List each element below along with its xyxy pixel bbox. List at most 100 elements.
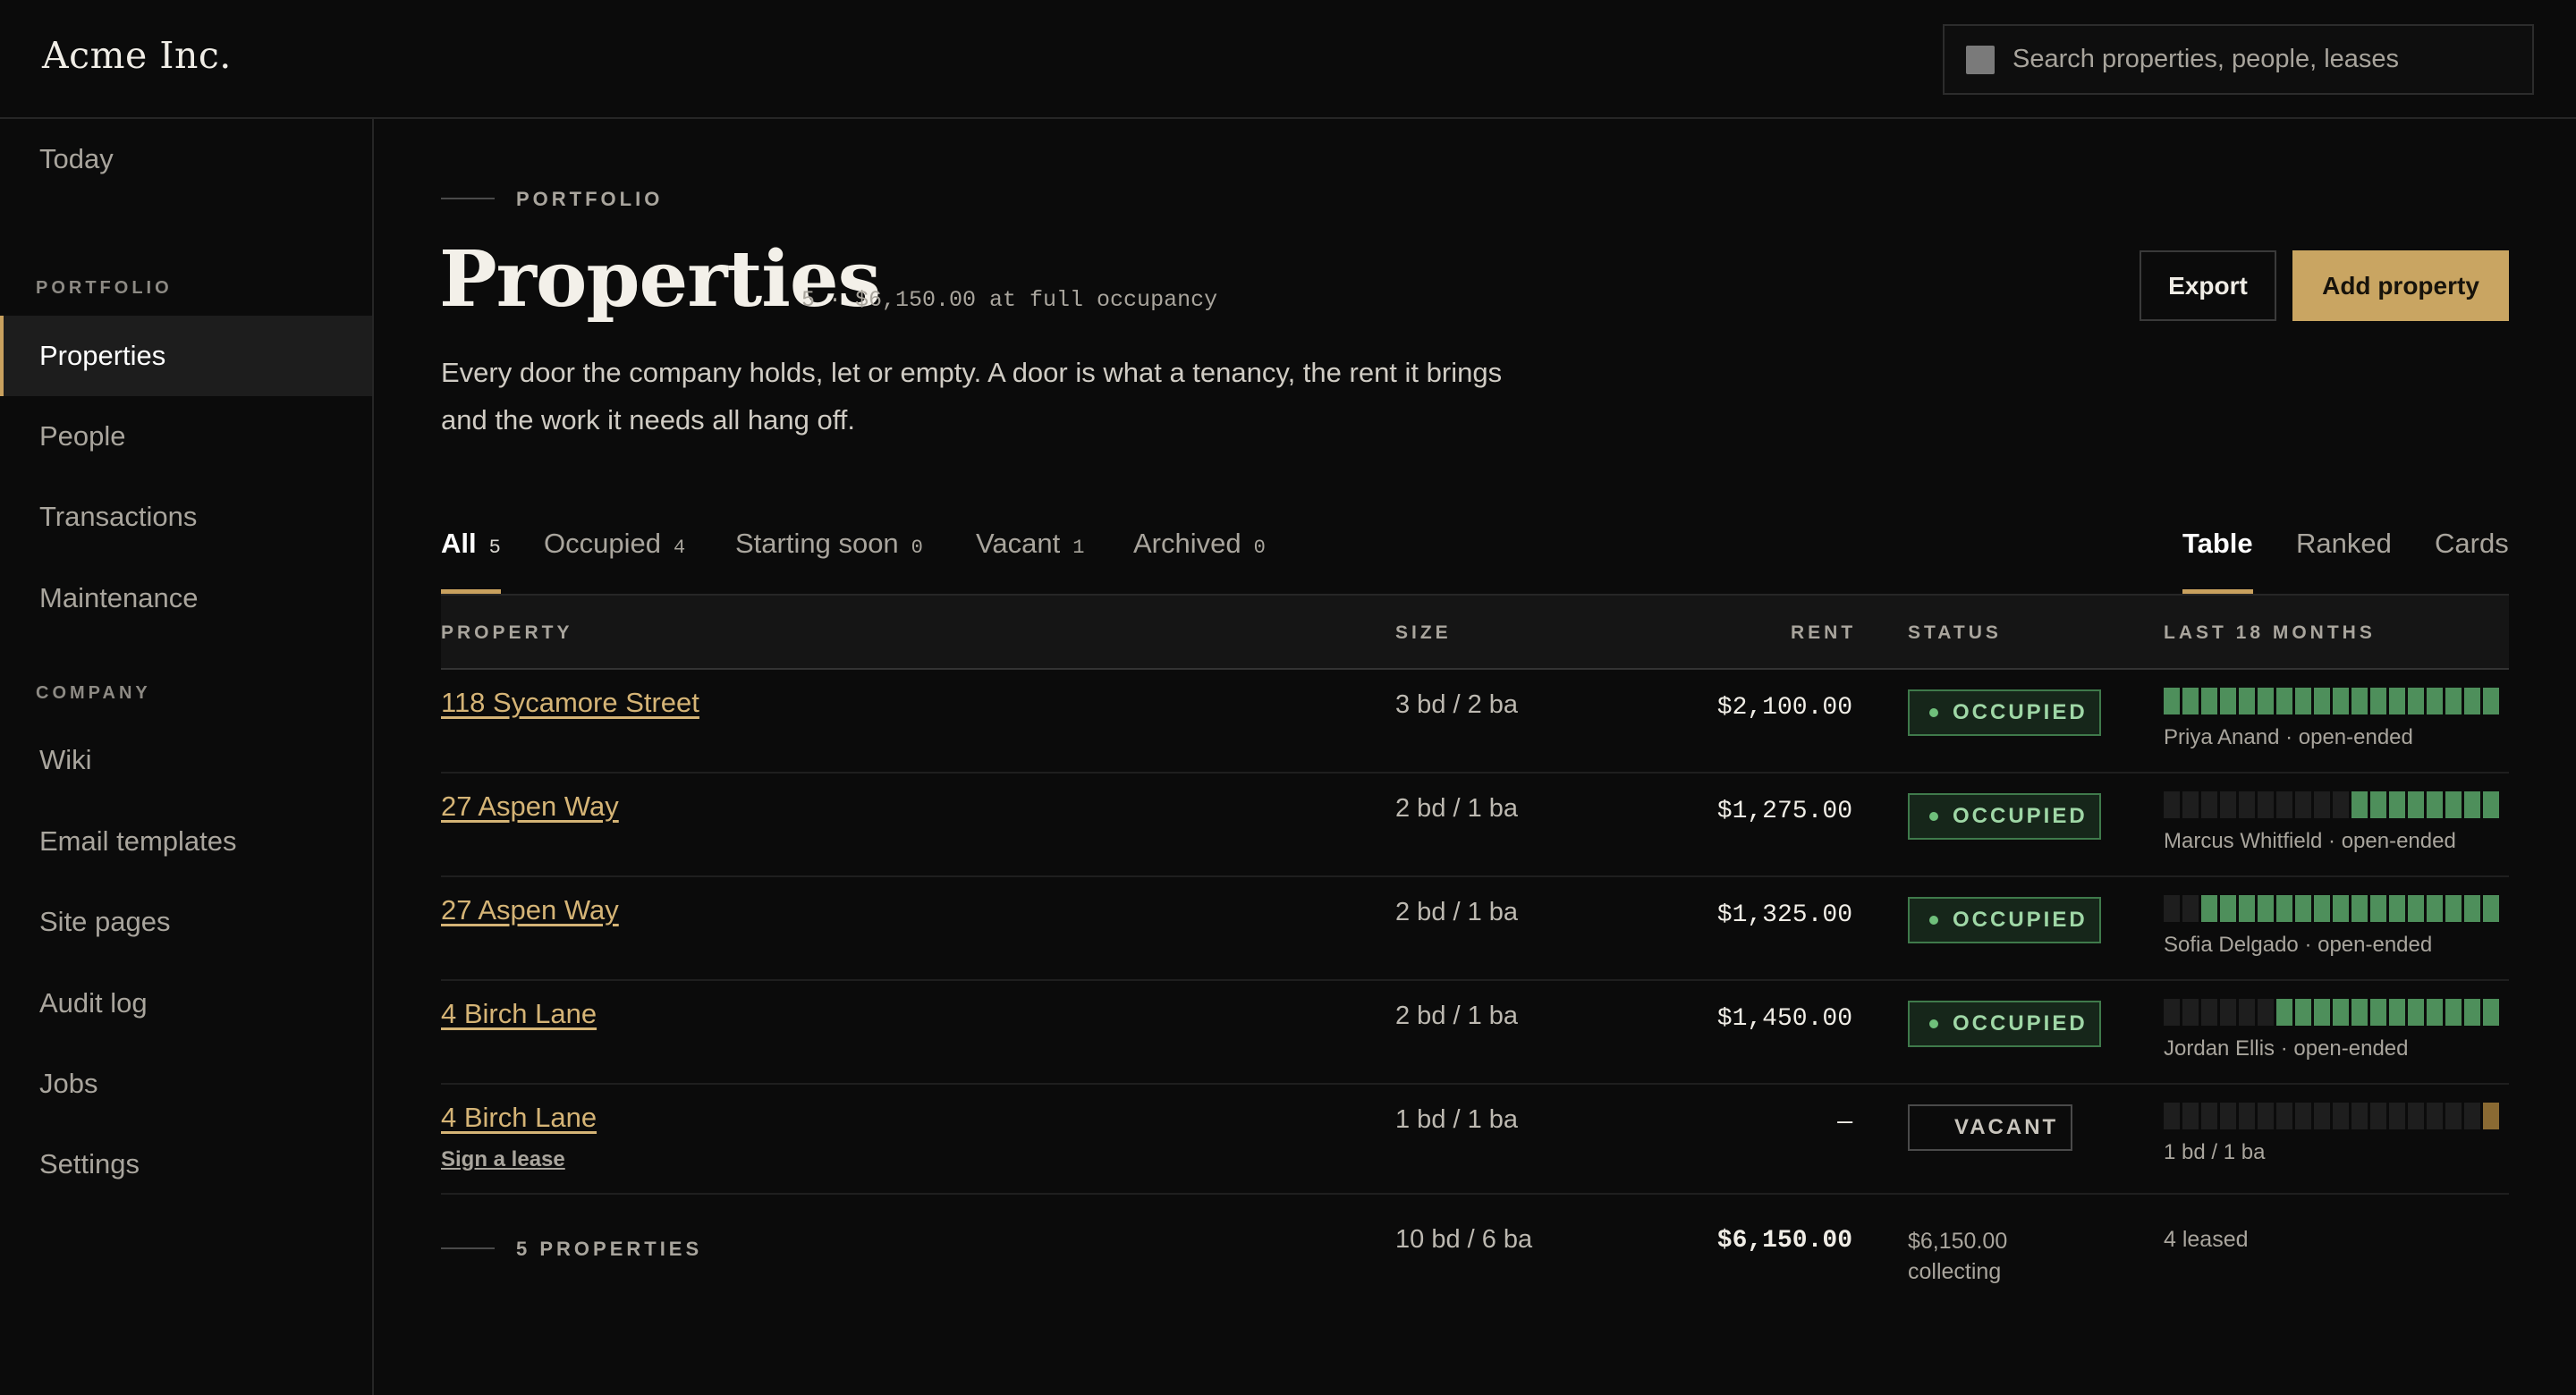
sidebar-item-email-templates[interactable]: Email templates bbox=[0, 801, 372, 882]
month-cell bbox=[2295, 1103, 2311, 1129]
tab-count: 0 bbox=[1253, 537, 1266, 559]
month-cell bbox=[2408, 895, 2424, 922]
tab-count: 5 bbox=[488, 537, 501, 559]
view-tab-table[interactable]: Table bbox=[2182, 528, 2253, 594]
month-cell bbox=[2258, 1103, 2274, 1129]
month-cell bbox=[2445, 688, 2462, 714]
sidebar-item-settings[interactable]: Settings bbox=[0, 1124, 372, 1205]
view-tab-ranked[interactable]: Ranked bbox=[2296, 528, 2392, 594]
month-cell bbox=[2295, 895, 2311, 922]
property-link[interactable]: 27 Aspen Way bbox=[441, 790, 619, 823]
month-cell bbox=[2351, 791, 2368, 818]
occupancy-sparkline bbox=[2164, 688, 2499, 714]
tab-label: Vacant bbox=[976, 528, 1061, 559]
month-cell bbox=[2333, 895, 2349, 922]
table-row: 27 Aspen Way 2 bd / 1 ba $1,275.00 OCCUP… bbox=[441, 774, 2509, 877]
tab-label: All bbox=[441, 528, 477, 559]
export-button[interactable]: Export bbox=[2140, 250, 2276, 321]
column-header-property[interactable]: PROPERTY bbox=[441, 622, 573, 644]
sidebar-item-wiki[interactable]: Wiki bbox=[0, 720, 372, 800]
month-cell bbox=[2182, 999, 2199, 1026]
property-link[interactable]: 4 Birch Lane bbox=[441, 1102, 597, 1133]
month-cell bbox=[2314, 688, 2330, 714]
view-tab-label: Table bbox=[2182, 528, 2253, 559]
property-link[interactable]: 27 Aspen Way bbox=[441, 894, 619, 926]
occupancy-sparkline bbox=[2164, 1103, 2499, 1129]
tenant-info: Priya Anand · open-ended bbox=[2164, 725, 2413, 749]
month-cell bbox=[2389, 999, 2405, 1026]
column-header-rent[interactable]: RENT bbox=[1791, 622, 1856, 644]
sidebar-item-today[interactable]: Today bbox=[0, 119, 372, 199]
table-header: PROPERTY SIZE RENT STATUS LAST 18 MONTHS bbox=[441, 594, 2509, 670]
view-tab-cards[interactable]: Cards bbox=[2435, 528, 2509, 594]
tenant-info: Sofia Delgado · open-ended bbox=[2164, 933, 2433, 957]
view-tab-label: Ranked bbox=[2296, 528, 2392, 559]
property-rent: $1,325.00 bbox=[1716, 901, 1852, 929]
tab-starting-soon[interactable]: Starting soon 0 bbox=[735, 528, 923, 594]
month-cell bbox=[2314, 791, 2330, 818]
month-cell bbox=[2276, 791, 2292, 818]
sidebar-section-portfolio: PORTFOLIO bbox=[36, 278, 173, 298]
brand-logo[interactable]: Acme Inc. bbox=[42, 34, 232, 77]
sidebar-item-people[interactable]: People bbox=[0, 396, 372, 477]
month-cell bbox=[2182, 791, 2199, 818]
column-header-status[interactable]: STATUS bbox=[1908, 622, 2002, 644]
sidebar-section-company: COMPANY bbox=[36, 683, 151, 703]
search-box[interactable] bbox=[1943, 24, 2534, 95]
month-cell bbox=[2201, 1103, 2217, 1129]
tab-occupied[interactable]: Occupied 4 bbox=[544, 528, 685, 594]
tab-vacant[interactable]: Vacant 1 bbox=[976, 528, 1084, 594]
tab-label: Occupied bbox=[544, 528, 661, 559]
status-badge: OCCUPIED bbox=[1908, 689, 2101, 736]
sidebar-item-transactions[interactable]: Transactions bbox=[0, 477, 372, 557]
sidebar-item-maintenance[interactable]: Maintenance bbox=[0, 558, 372, 638]
month-cell bbox=[2258, 999, 2274, 1026]
tab-all[interactable]: All 5 bbox=[441, 528, 501, 594]
month-cell bbox=[2370, 791, 2386, 818]
month-cell bbox=[2295, 791, 2311, 818]
occupancy-sparkline bbox=[2164, 999, 2499, 1026]
property-rent: $2,100.00 bbox=[1716, 694, 1852, 722]
month-cell bbox=[2295, 999, 2311, 1026]
month-cell bbox=[2333, 688, 2349, 714]
table-row: 4 Birch Lane Sign a lease 1 bd / 1 ba — … bbox=[441, 1085, 2509, 1195]
status-badge: VACANT bbox=[1908, 1104, 2072, 1151]
table-row: 27 Aspen Way 2 bd / 1 ba $1,325.00 OCCUP… bbox=[441, 877, 2509, 981]
property-link[interactable]: 4 Birch Lane bbox=[441, 998, 597, 1030]
month-cell bbox=[2164, 791, 2180, 818]
month-cell bbox=[2333, 999, 2349, 1026]
month-cell bbox=[2295, 688, 2311, 714]
month-cell bbox=[2351, 688, 2368, 714]
tab-count: 4 bbox=[673, 537, 686, 559]
add-property-button[interactable]: Add property bbox=[2292, 250, 2509, 321]
sidebar-item-properties[interactable]: Properties bbox=[0, 316, 372, 396]
month-cell bbox=[2182, 688, 2199, 714]
footer-collecting-amount: $6,150.00 bbox=[1908, 1229, 2008, 1254]
month-cell bbox=[2258, 791, 2274, 818]
tab-archived[interactable]: Archived 0 bbox=[1133, 528, 1266, 594]
month-cell bbox=[2408, 1103, 2424, 1129]
tenant-info: 1 bd / 1 ba bbox=[2164, 1140, 2266, 1164]
month-cell bbox=[2258, 895, 2274, 922]
month-cell bbox=[2427, 688, 2443, 714]
tab-label: Archived bbox=[1133, 528, 1241, 559]
page-meta: 5 · $6,150.00 at full occupancy bbox=[801, 287, 1218, 313]
month-cell bbox=[2464, 1103, 2480, 1129]
sidebar-item-audit-log[interactable]: Audit log bbox=[0, 963, 372, 1044]
sidebar-item-jobs[interactable]: Jobs bbox=[0, 1044, 372, 1124]
sidebar-item-label: Site pages bbox=[39, 906, 171, 937]
search-input[interactable] bbox=[2012, 45, 2513, 74]
column-header-history: LAST 18 MONTHS bbox=[2164, 622, 2376, 643]
status-badge: OCCUPIED bbox=[1908, 1001, 2101, 1047]
property-size: 2 bd / 1 ba bbox=[1395, 1002, 1519, 1030]
month-cell bbox=[2314, 1103, 2330, 1129]
column-header-size[interactable]: SIZE bbox=[1395, 622, 1452, 644]
month-cell bbox=[2314, 895, 2330, 922]
sign-lease-link[interactable]: Sign a lease bbox=[441, 1147, 565, 1172]
month-cell bbox=[2201, 895, 2217, 922]
sidebar-item-site-pages[interactable]: Site pages bbox=[0, 882, 372, 962]
property-size: 3 bd / 2 ba bbox=[1395, 690, 1519, 719]
month-cell bbox=[2370, 895, 2386, 922]
status-dot-icon bbox=[1929, 916, 1938, 925]
property-link[interactable]: 118 Sycamore Street bbox=[441, 687, 699, 719]
